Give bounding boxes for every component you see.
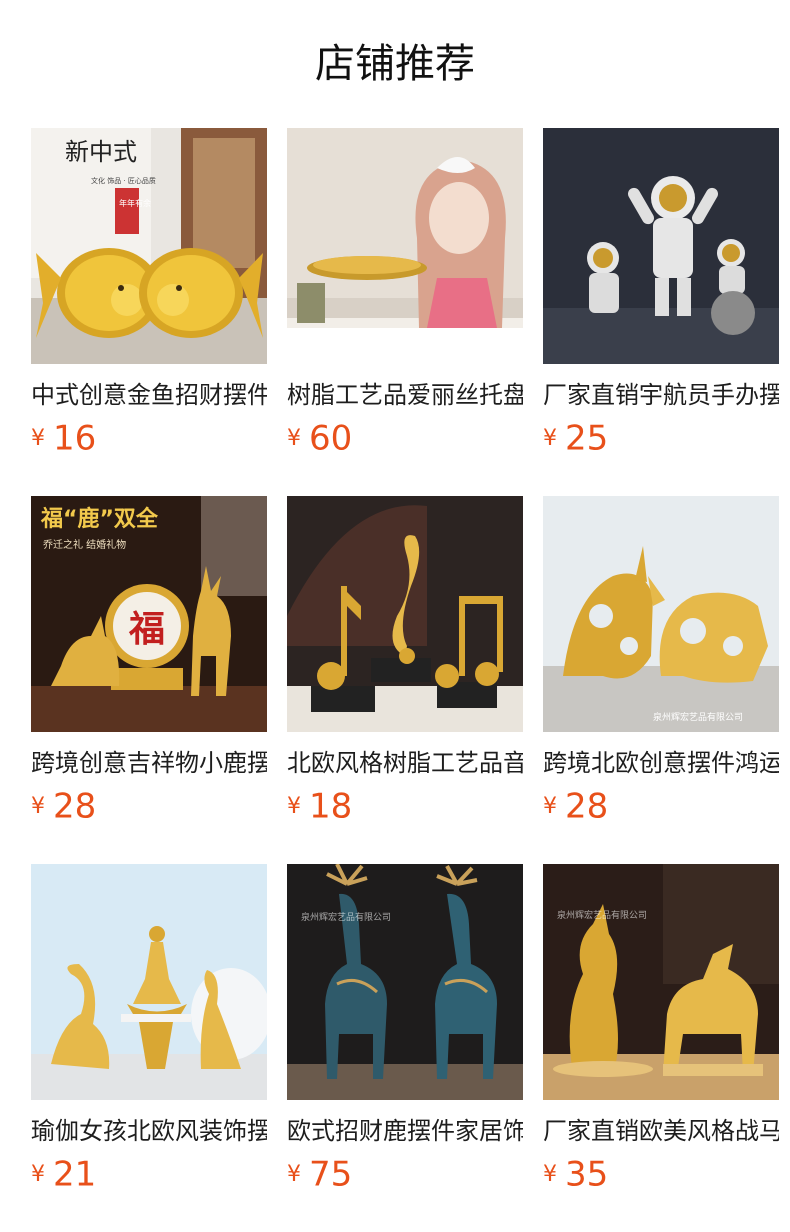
yoga-girl-figurines-image [31, 864, 267, 1100]
product-name[interactable]: 中式创意金鱼招财摆件 [31, 378, 267, 412]
price-value: 60 [309, 418, 353, 459]
product-card[interactable]: 厂家直销宇航员手办摆件 ¥25 [543, 128, 779, 460]
product-price: ¥75 [287, 1152, 523, 1196]
blue-deer-figurines-image: 泉州辉宏艺品有限公司 [287, 864, 523, 1100]
product-image-yoga-girls[interactable] [31, 864, 267, 1100]
product-card[interactable]: 泉州辉宏艺品有限公司 跨境北欧创意摆件鸿运牛 ¥28 [543, 496, 779, 828]
product-price: ¥18 [287, 784, 523, 828]
product-name[interactable]: 欧式招财鹿摆件家居饰品 [287, 1114, 523, 1148]
image-text-seal: 年年有余 [119, 198, 151, 208]
product-image-golden-horses[interactable]: 泉州辉宏艺品有限公司 [543, 864, 779, 1100]
price-value: 18 [309, 786, 353, 827]
currency-symbol: ¥ [543, 425, 557, 451]
product-name[interactable]: 跨境北欧创意摆件鸿运牛 [543, 746, 779, 780]
product-image-golden-fish[interactable]: 新中式 年年有余 文化 饰品 · 匠心品质 [31, 128, 267, 364]
product-card[interactable]: 北欧风格树脂工艺品音符 ¥18 [287, 496, 523, 828]
currency-symbol: ¥ [31, 1161, 45, 1187]
product-image-golden-bulls[interactable]: 泉州辉宏艺品有限公司 [543, 496, 779, 732]
astronaut-figurines-image [543, 128, 779, 364]
product-price: ¥25 [543, 416, 779, 460]
price-value: 28 [565, 786, 609, 827]
image-text-sub: 乔迁之礼 结婚礼物 [43, 538, 126, 551]
product-image-music-notes[interactable] [287, 496, 523, 732]
product-card[interactable]: 泉州辉宏艺品有限公司 厂家直销欧美风格战马摆件 ¥35 [543, 864, 779, 1196]
price-value: 35 [565, 1154, 609, 1195]
price-value: 28 [53, 786, 97, 827]
currency-symbol: ¥ [287, 1161, 301, 1187]
product-price: ¥28 [31, 784, 267, 828]
image-watermark: 泉州辉宏艺品有限公司 [301, 911, 391, 923]
product-name[interactable]: 厂家直销宇航员手办摆件 [543, 378, 779, 412]
currency-symbol: ¥ [31, 425, 45, 451]
product-card[interactable]: 新中式 年年有余 文化 饰品 · 匠心品质 中式创意金鱼招财摆件 ¥16 [31, 128, 267, 460]
golden-fish-image: 新中式 年年有余 文化 饰品 · 匠心品质 [31, 128, 267, 364]
product-card[interactable]: 瑜伽女孩北欧风装饰摆件 ¥21 [31, 864, 267, 1196]
price-value: 21 [53, 1154, 97, 1195]
image-text-top: 新中式 [65, 138, 137, 166]
currency-symbol: ¥ [31, 793, 45, 819]
currency-symbol: ¥ [287, 425, 301, 451]
product-name[interactable]: 瑜伽女孩北欧风装饰摆件 [31, 1114, 267, 1148]
golden-deer-fu-image: 福“鹿”双全 乔迁之礼 结婚礼物 福 [31, 496, 267, 732]
currency-symbol: ¥ [543, 793, 557, 819]
product-image-alice-tray[interactable] [287, 128, 523, 364]
price-value: 25 [565, 418, 609, 459]
product-price: ¥35 [543, 1152, 779, 1196]
product-image-astronauts[interactable] [543, 128, 779, 364]
music-note-figurines-image [287, 496, 523, 732]
product-price: ¥16 [31, 416, 267, 460]
price-value: 16 [53, 418, 97, 459]
golden-horse-figurines-image: 泉州辉宏艺品有限公司 [543, 864, 779, 1100]
product-image-blue-deer[interactable]: 泉州辉宏艺品有限公司 [287, 864, 523, 1100]
product-name[interactable]: 北欧风格树脂工艺品音符 [287, 746, 523, 780]
product-name[interactable]: 厂家直销欧美风格战马摆件 [543, 1114, 779, 1148]
image-watermark: 泉州辉宏艺品有限公司 [653, 711, 743, 723]
image-watermark: 泉州辉宏艺品有限公司 [557, 909, 647, 921]
product-card[interactable]: 泉州辉宏艺品有限公司 欧式招财鹿摆件家居饰品 ¥75 [287, 864, 523, 1196]
alice-girl-tray-image [287, 128, 523, 364]
currency-symbol: ¥ [543, 1161, 557, 1187]
product-image-deer-fu[interactable]: 福“鹿”双全 乔迁之礼 结婚礼物 福 [31, 496, 267, 732]
product-name[interactable]: 跨境创意吉祥物小鹿摆件 [31, 746, 267, 780]
image-text-side: 文化 饰品 · 匠心品质 [91, 176, 156, 185]
product-card[interactable]: 福“鹿”双全 乔迁之礼 结婚礼物 福 跨境创意吉祥物小鹿摆件 ¥28 [31, 496, 267, 828]
golden-bull-figurines-image: 泉州辉宏艺品有限公司 [543, 496, 779, 732]
product-price: ¥60 [287, 416, 523, 460]
product-name[interactable]: 树脂工艺品爱丽丝托盘 [287, 378, 523, 412]
price-value: 75 [309, 1154, 353, 1195]
product-price: ¥21 [31, 1152, 267, 1196]
image-text-fu: 福 [128, 608, 165, 650]
product-price: ¥28 [543, 784, 779, 828]
product-card[interactable]: 树脂工艺品爱丽丝托盘 ¥60 [287, 128, 523, 460]
image-text-banner: 福“鹿”双全 [40, 506, 159, 532]
currency-symbol: ¥ [287, 793, 301, 819]
product-grid: 新中式 年年有余 文化 饰品 · 匠心品质 中式创意金鱼招财摆件 ¥16 树脂工… [0, 0, 790, 1232]
